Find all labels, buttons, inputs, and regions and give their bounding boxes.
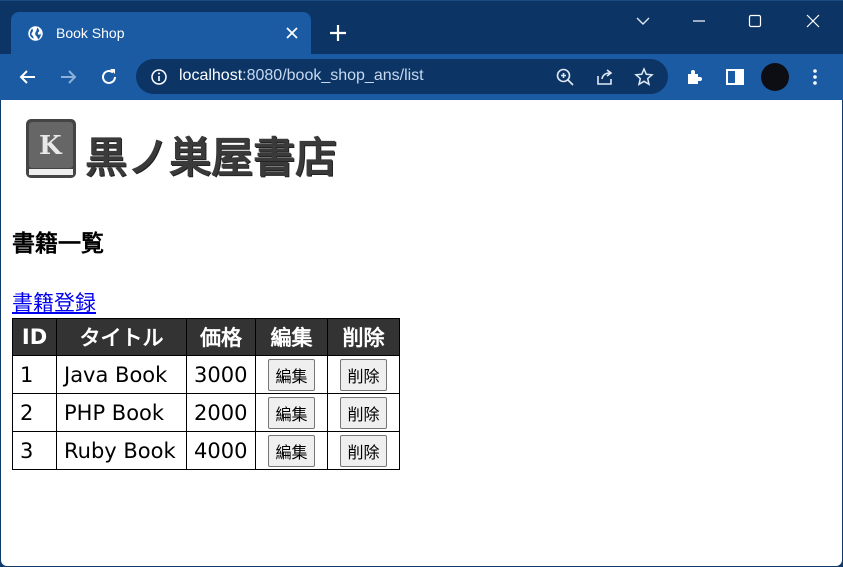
cell-delete: 削除 xyxy=(327,431,400,470)
edit-button[interactable]: 編集 xyxy=(268,434,315,467)
close-icon[interactable] xyxy=(282,23,302,43)
page-title: 書籍一覧 xyxy=(12,231,104,257)
info-icon[interactable] xyxy=(150,68,168,86)
cell-title: Java Book xyxy=(56,355,187,394)
header-id: ID xyxy=(12,318,57,356)
address-bar[interactable]: localhost:8080/book_shop_ans/list xyxy=(136,59,668,94)
table-row: 3 Ruby Book 4000 編集 削除 xyxy=(12,431,400,470)
header-title: タイトル xyxy=(56,318,187,356)
reload-icon[interactable] xyxy=(97,65,121,89)
url-text[interactable]: localhost:8080/book_shop_ans/list xyxy=(179,67,424,85)
cell-id: 1 xyxy=(12,355,57,394)
cell-delete: 削除 xyxy=(327,393,400,432)
browser-toolbar: localhost:8080/book_shop_ans/list xyxy=(0,54,843,100)
extensions-icon[interactable] xyxy=(683,65,707,89)
chevron-down-icon[interactable] xyxy=(631,9,655,33)
table-header-row: ID タイトル 価格 編集 削除 xyxy=(12,318,400,356)
book-logo-icon: K xyxy=(26,119,76,178)
cell-title: Ruby Book xyxy=(56,431,187,470)
star-icon[interactable] xyxy=(634,67,654,87)
delete-button[interactable]: 削除 xyxy=(340,358,387,391)
menu-icon[interactable] xyxy=(803,65,827,89)
minimize-icon[interactable] xyxy=(687,9,711,33)
share-icon[interactable] xyxy=(595,67,615,87)
globe-icon xyxy=(28,26,43,41)
url-host: localhost xyxy=(179,67,243,84)
logo-letter: K xyxy=(39,131,63,161)
tab-title: Book Shop xyxy=(56,25,125,41)
register-book-link[interactable]: 書籍登録 xyxy=(12,287,96,317)
cell-edit: 編集 xyxy=(255,393,328,432)
side-panel-icon[interactable] xyxy=(723,65,747,89)
url-path: :8080/book_shop_ans/list xyxy=(242,67,424,84)
cell-title: PHP Book xyxy=(56,393,187,432)
maximize-icon[interactable] xyxy=(743,9,767,33)
page-content: K 黒ノ巣屋書店 書籍一覧 書籍登録 ID タイトル 価格 編集 削除 1 Ja… xyxy=(1,100,842,566)
cell-edit: 編集 xyxy=(255,431,328,470)
delete-button[interactable]: 削除 xyxy=(340,396,387,429)
cell-price: 2000 xyxy=(186,393,256,432)
header-edit: 編集 xyxy=(255,318,328,356)
back-icon[interactable] xyxy=(16,65,40,89)
edit-button[interactable]: 編集 xyxy=(268,396,315,429)
close-window-icon[interactable] xyxy=(801,9,825,33)
shop-name: 黒ノ巣屋書店 xyxy=(85,133,338,182)
plus-icon[interactable] xyxy=(327,22,349,44)
avatar[interactable] xyxy=(761,63,789,91)
table-row: 1 Java Book 3000 編集 削除 xyxy=(12,355,400,394)
zoom-icon[interactable] xyxy=(555,67,575,87)
cell-price: 3000 xyxy=(186,355,256,394)
table-row: 2 PHP Book 2000 編集 削除 xyxy=(12,393,400,432)
books-table: ID タイトル 価格 編集 削除 1 Java Book 3000 編集 削除 … xyxy=(12,318,400,470)
cell-id: 3 xyxy=(12,431,57,470)
logo: K 黒ノ巣屋書店 xyxy=(23,115,343,183)
delete-button[interactable]: 削除 xyxy=(340,434,387,467)
forward-icon[interactable] xyxy=(56,65,80,89)
edit-button[interactable]: 編集 xyxy=(268,358,315,391)
cell-id: 2 xyxy=(12,393,57,432)
cell-price: 4000 xyxy=(186,431,256,470)
tab-book-shop[interactable]: Book Shop xyxy=(11,12,311,55)
title-bar: Book Shop xyxy=(0,0,843,55)
header-delete: 削除 xyxy=(327,318,400,356)
cell-delete: 削除 xyxy=(327,355,400,394)
header-price: 価格 xyxy=(186,318,256,356)
cell-edit: 編集 xyxy=(255,355,328,394)
